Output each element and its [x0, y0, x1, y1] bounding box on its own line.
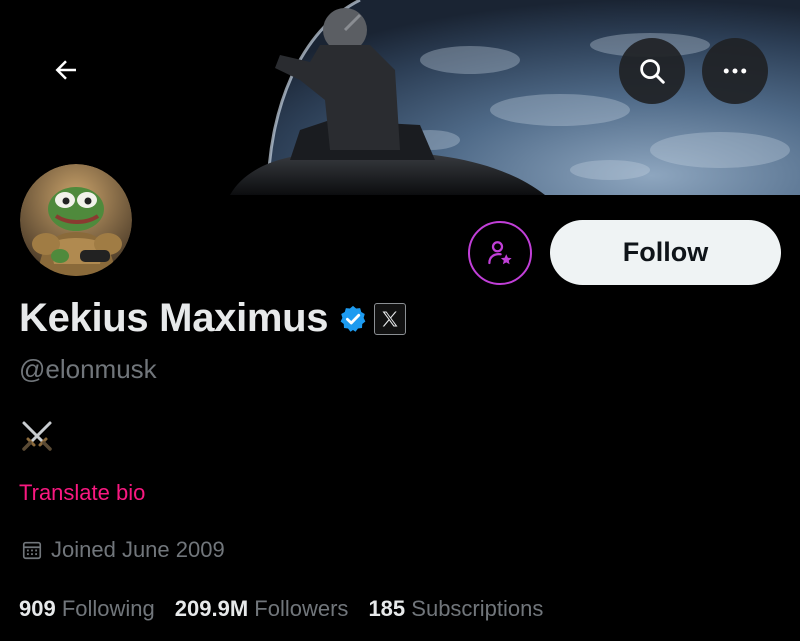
user-handle: @elonmusk [19, 354, 157, 384]
crossed-swords-icon [22, 421, 52, 451]
banner-image [0, 0, 800, 195]
x-logo-icon [382, 311, 398, 326]
followers-label: Followers [254, 596, 349, 621]
search-icon [640, 59, 665, 84]
bio [19, 418, 55, 454]
following-count: 909 [19, 596, 56, 621]
calendar-icon [22, 541, 42, 560]
more-horizontal-icon [723, 68, 747, 74]
followers-stat[interactable]: 209.9M Followers [175, 596, 349, 622]
display-name: Kekius Maximus [19, 296, 329, 340]
verified-badge-icon[interactable] [338, 304, 368, 334]
person-star-icon [488, 241, 512, 265]
joined-text: Joined June 2009 [51, 537, 225, 562]
back-button[interactable] [36, 40, 96, 100]
profile-banner[interactable] [0, 0, 800, 195]
subscriptions-label: Subscriptions [411, 596, 544, 621]
avatar[interactable] [20, 164, 132, 276]
profile-stats: 909 Following 209.9M Followers 185 Subsc… [19, 596, 563, 622]
avatar-image [20, 164, 132, 276]
follow-button[interactable]: Follow [550, 220, 781, 285]
subscribe-button[interactable] [468, 221, 532, 285]
translate-bio-link[interactable]: Translate bio [19, 480, 145, 506]
arrow-left-icon [55, 60, 76, 80]
more-button[interactable] [702, 38, 768, 104]
followers-count: 209.9M [174, 596, 249, 621]
affiliate-badge[interactable] [374, 302, 407, 335]
subscriptions-count: 185 [368, 596, 406, 621]
subscriptions-stat[interactable]: 185 Subscriptions [368, 596, 543, 622]
joined-date: Joined June 2009 [21, 537, 225, 563]
name-row: Kekius Maximus [19, 296, 407, 341]
following-label: Following [61, 596, 155, 621]
following-stat[interactable]: 909 Following [19, 596, 155, 622]
search-button[interactable] [619, 38, 685, 104]
